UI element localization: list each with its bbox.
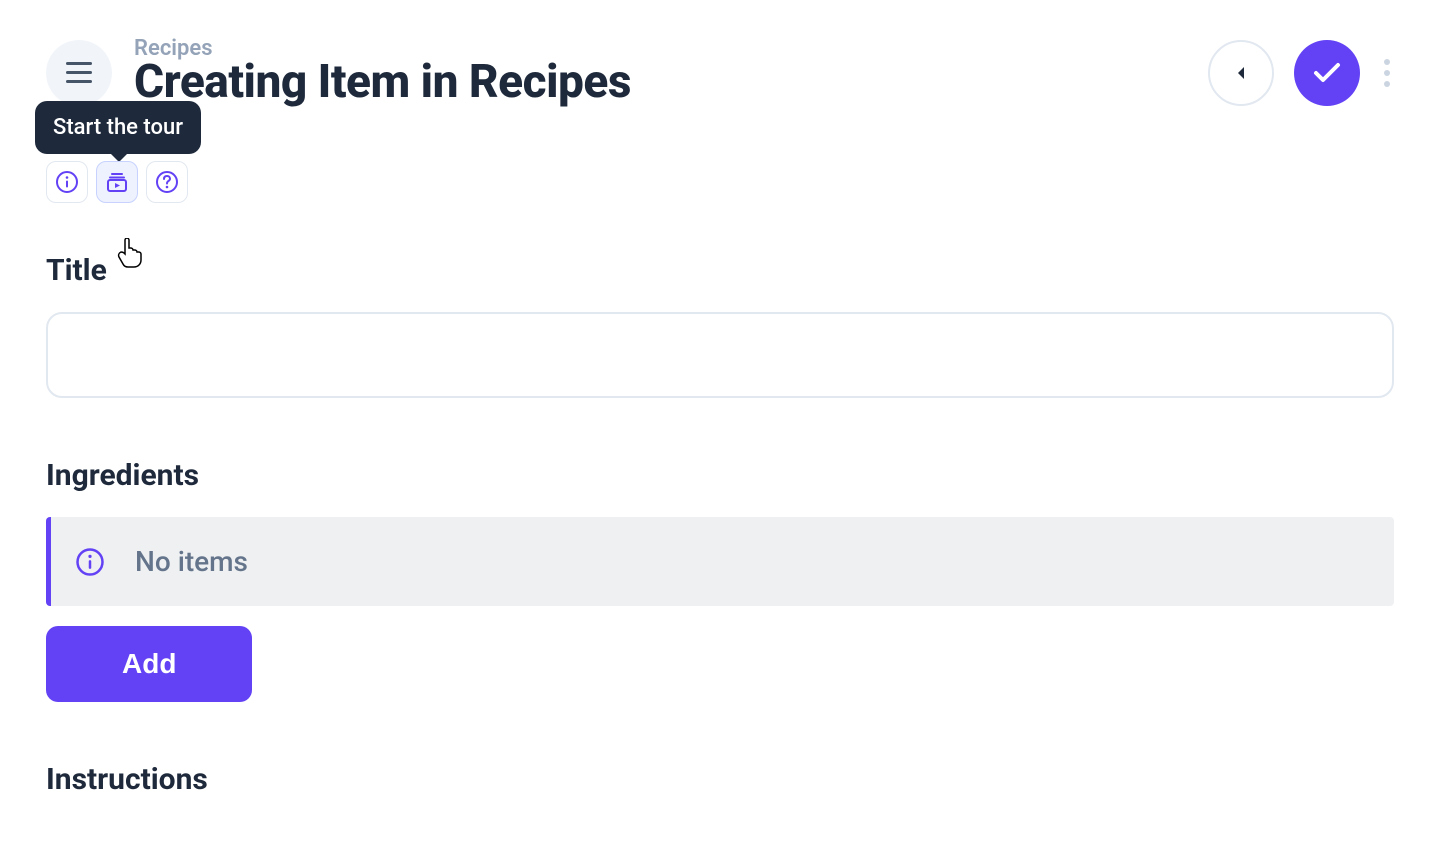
info-button[interactable] xyxy=(46,161,88,203)
tooltip: Start the tour xyxy=(35,101,201,154)
page-title: Creating Item in Recipes xyxy=(134,55,1186,109)
content-area: Start the tour Title xyxy=(0,161,1440,797)
more-options-button[interactable] xyxy=(1380,51,1394,95)
title-area: Recipes Creating Item in Recipes xyxy=(134,36,1186,109)
ingredients-section: Ingredients No items Add xyxy=(46,458,1394,702)
info-icon xyxy=(75,547,105,577)
page-header: Recipes Creating Item in Recipes xyxy=(0,0,1440,109)
info-icon xyxy=(55,170,79,194)
dots-vertical-icon xyxy=(1384,59,1390,65)
tooltip-text: Start the tour xyxy=(53,115,183,140)
tour-button[interactable] xyxy=(96,161,138,203)
help-icon xyxy=(155,170,179,194)
subscriptions-play-icon xyxy=(105,170,129,194)
empty-text: No items xyxy=(135,545,248,578)
instructions-section: Instructions xyxy=(46,762,1394,797)
title-section: Title xyxy=(46,253,1394,398)
back-button[interactable] xyxy=(1208,40,1274,106)
helper-row xyxy=(46,161,1394,203)
header-actions xyxy=(1208,40,1394,106)
confirm-button[interactable] xyxy=(1294,40,1360,106)
title-input[interactable] xyxy=(46,312,1394,398)
title-label: Title xyxy=(46,253,1394,288)
ingredients-empty-banner: No items xyxy=(46,517,1394,606)
instructions-label: Instructions xyxy=(46,762,1394,797)
help-button[interactable] xyxy=(146,161,188,203)
ingredients-label: Ingredients xyxy=(46,458,1394,493)
menu-button[interactable] xyxy=(46,40,112,106)
check-icon xyxy=(1313,62,1341,84)
hamburger-icon xyxy=(66,62,92,83)
caret-left-icon xyxy=(1235,65,1247,81)
add-ingredient-button[interactable]: Add xyxy=(46,626,252,702)
